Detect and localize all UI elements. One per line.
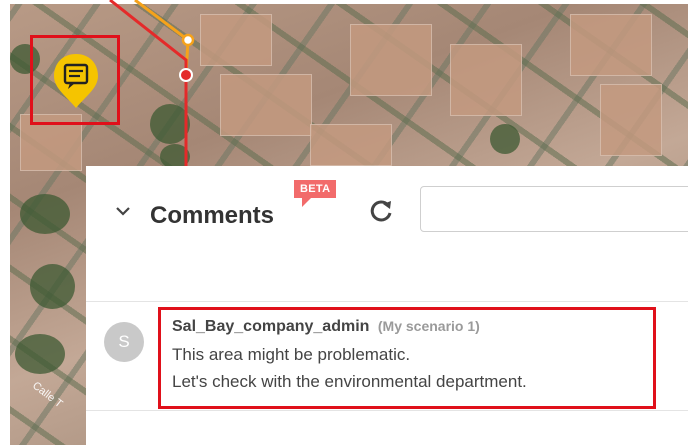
comment-item[interactable]: S Sal_Bay_company_admin (My scenario 1) … — [86, 302, 688, 411]
comment-search-input[interactable] — [420, 186, 688, 232]
chevron-down-icon[interactable] — [114, 202, 132, 220]
comments-panel: Comments BETA S Sal_Bay_company_admin (M… — [86, 166, 688, 445]
highlighted-comment: Sal_Bay_company_admin (My scenario 1) Th… — [158, 307, 656, 409]
avatar: S — [104, 322, 144, 362]
refresh-icon[interactable] — [366, 196, 396, 226]
orange-route-node — [181, 33, 195, 47]
comment-text-line: This area might be problematic. — [172, 345, 411, 364]
comments-header: Comments BETA — [86, 166, 688, 302]
comments-title: Comments — [150, 202, 275, 229]
comment-scenario: (My scenario 1) — [377, 318, 480, 334]
red-route-line — [109, 0, 188, 166]
comment-author: Sal_Bay_company_admin — [172, 318, 370, 335]
red-route-node — [179, 68, 193, 82]
beta-badge: BETA — [294, 180, 337, 207]
orange-route-line — [134, 0, 189, 42]
comment-text-line: Let's check with the environmental depar… — [172, 372, 527, 391]
beta-badge-tail — [302, 198, 311, 207]
beta-label: BETA — [294, 180, 337, 198]
comment-text: This area might be problematic. Let's ch… — [172, 341, 653, 395]
comment-map-pin[interactable] — [52, 52, 100, 110]
